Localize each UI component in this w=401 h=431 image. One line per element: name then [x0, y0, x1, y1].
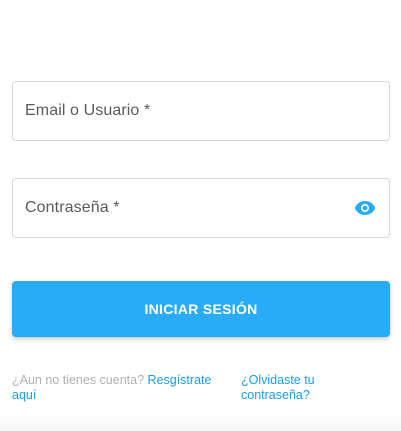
- eye-icon-graphic: [354, 201, 376, 215]
- login-page: Email o Usuario * Contraseña * INICIAR S…: [0, 0, 401, 431]
- eye-icon[interactable]: [353, 196, 377, 220]
- forgot-password-link[interactable]: ¿Olvidaste tu contraseña?: [241, 373, 315, 402]
- login-button[interactable]: INICIAR SESIÓN: [12, 281, 390, 337]
- email-username-field[interactable]: Email o Usuario *: [12, 81, 390, 141]
- password-field[interactable]: Contraseña *: [12, 178, 390, 238]
- register-prompt: ¿Aun no tienes cuenta? Resgístrate aquí: [12, 373, 227, 403]
- no-account-text: ¿Aun no tienes cuenta?: [12, 373, 145, 387]
- bottom-fade: [0, 413, 401, 431]
- forgot-password-block: ¿Olvidaste tu contraseña?: [241, 373, 361, 403]
